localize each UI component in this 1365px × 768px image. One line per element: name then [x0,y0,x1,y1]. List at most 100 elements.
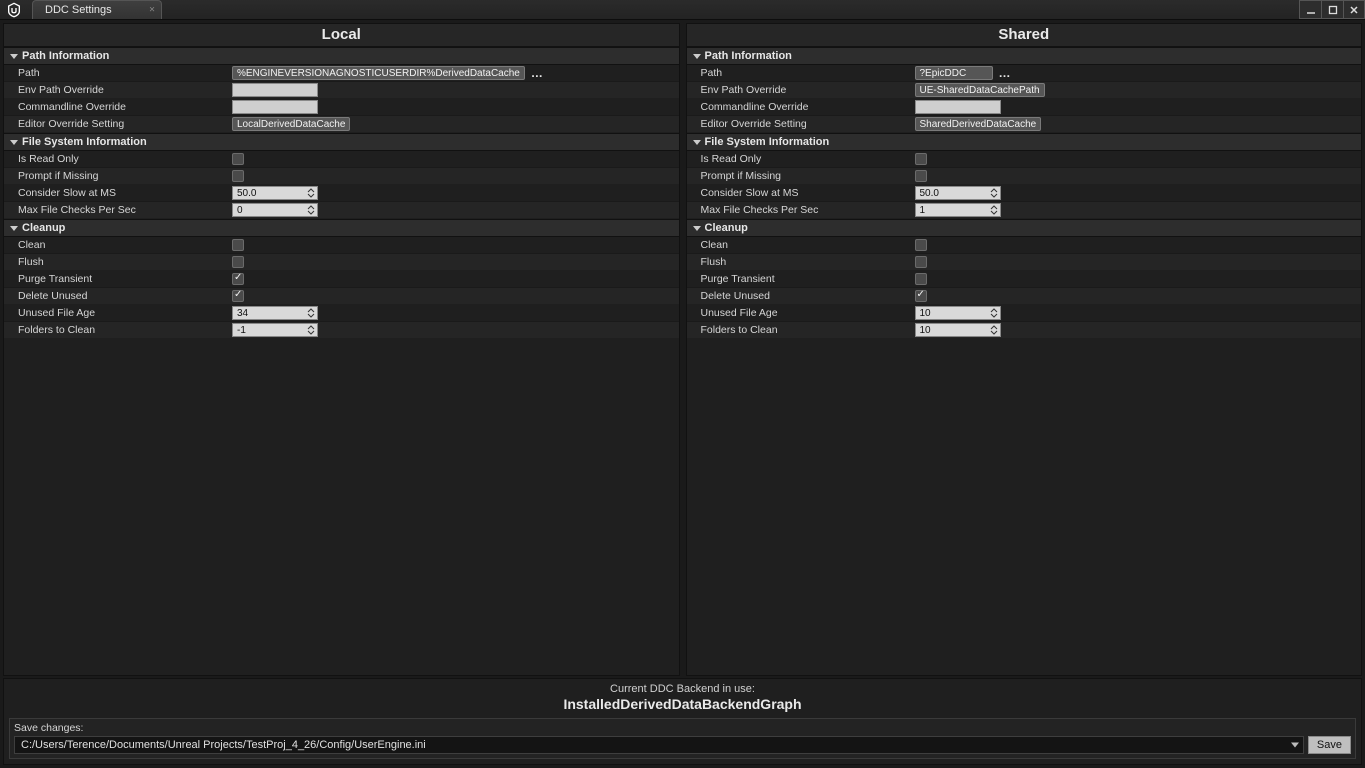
row-shared-slow: Consider Slow at MS 50.0 [687,185,1362,202]
spin-maxchecks[interactable]: 0 [232,203,318,217]
spin-folders[interactable]: -1 [232,323,318,337]
label-flush: Flush [687,256,915,268]
checkbox-clean[interactable] [232,239,244,251]
row-local-folders: Folders to Clean -1 [4,322,679,339]
browse-button[interactable]: … [529,66,543,80]
row-shared-clean: Clean [687,237,1362,254]
checkbox-clean[interactable] [915,239,927,251]
spinner-handle-icon[interactable] [306,308,316,318]
row-local-env-override: Env Path Override [4,82,679,99]
row-local-delete: Delete Unused [4,288,679,305]
section-title: File System Information [22,136,147,148]
label-age: Unused File Age [4,307,232,319]
section-header-fs-info[interactable]: File System Information [4,133,679,151]
label-env-override: Env Path Override [4,84,232,96]
label-readonly: Is Read Only [687,153,915,165]
columns: Local Path Information Path %ENGINEVERSI… [0,20,1365,676]
row-shared-cmd-override: Commandline Override [687,99,1362,116]
column-shared: Shared Path Information Path ?EpicDDC … [686,23,1363,676]
save-button[interactable]: Save [1308,736,1351,754]
spin-age[interactable]: 34 [232,306,318,320]
save-block: Save changes: C:/Users/Terence/Documents… [9,718,1356,759]
row-local-slow: Consider Slow at MS 50.0 [4,185,679,202]
spin-age[interactable]: 10 [915,306,1001,320]
section-shared-fs-info: File System Information Is Read Only Pro… [687,133,1362,219]
checkbox-flush[interactable] [915,256,927,268]
section-local-cleanup: Cleanup Clean Flush Purge Transient [4,219,679,339]
label-readonly: Is Read Only [4,153,232,165]
save-path-text: C:/Users/Terence/Documents/Unreal Projec… [21,739,426,751]
path-field[interactable]: ?EpicDDC [915,66,993,80]
column-local-title: Local [4,24,679,47]
label-purge: Purge Transient [4,273,232,285]
row-local-purge: Purge Transient [4,271,679,288]
section-title: Path Information [705,50,792,62]
spin-maxchecks[interactable]: 1 [915,203,1001,217]
checkbox-purge[interactable] [915,273,927,285]
spinner-handle-icon[interactable] [989,205,999,215]
spinner-handle-icon[interactable] [306,325,316,335]
section-local-path-info: Path Information Path %ENGINEVERSIONAGNO… [4,47,679,133]
row-local-readonly: Is Read Only [4,151,679,168]
cmd-override-field[interactable] [232,100,318,114]
row-shared-flush: Flush [687,254,1362,271]
chevron-down-icon [10,140,18,145]
chevron-down-icon [693,226,701,231]
section-title: Cleanup [22,222,65,234]
checkbox-flush[interactable] [232,256,244,268]
maximize-button[interactable] [1321,0,1343,19]
spin-slow[interactable]: 50.0 [232,186,318,200]
spinner-handle-icon[interactable] [306,188,316,198]
app-logo [0,0,28,19]
minimize-button[interactable] [1299,0,1321,19]
checkbox-delete[interactable] [915,290,927,302]
chevron-down-icon [10,54,18,59]
checkbox-readonly[interactable] [232,153,244,165]
spin-folders[interactable]: 10 [915,323,1001,337]
footer: Current DDC Backend in use: InstalledDer… [3,678,1362,765]
cmd-override-field[interactable] [915,100,1001,114]
editor-override-field[interactable]: LocalDerivedDataCache [232,117,350,131]
section-header-cleanup[interactable]: Cleanup [687,219,1362,237]
path-field[interactable]: %ENGINEVERSIONAGNOSTICUSERDIR%DerivedDat… [232,66,525,80]
browse-button[interactable]: … [997,66,1011,80]
row-shared-purge: Purge Transient [687,271,1362,288]
section-local-fs-info: File System Information Is Read Only Pro… [4,133,679,219]
spinner-handle-icon[interactable] [306,205,316,215]
save-path-combo[interactable]: C:/Users/Terence/Documents/Unreal Projec… [14,736,1304,754]
label-env-override: Env Path Override [687,84,915,96]
close-icon[interactable]: × [149,5,155,16]
label-path: Path [687,67,915,79]
label-editor-override: Editor Override Setting [4,118,232,130]
label-slow: Consider Slow at MS [4,187,232,199]
spinner-handle-icon[interactable] [989,308,999,318]
checkbox-purge[interactable] [232,273,244,285]
section-shared-cleanup: Cleanup Clean Flush Purge Transient [687,219,1362,339]
editor-override-field[interactable]: SharedDerivedDataCache [915,117,1042,131]
label-clean: Clean [687,239,915,251]
titlebar: DDC Settings × [0,0,1365,20]
section-header-fs-info[interactable]: File System Information [687,133,1362,151]
spinner-handle-icon[interactable] [989,325,999,335]
checkbox-prompt[interactable] [232,170,244,182]
section-header-path-info[interactable]: Path Information [687,47,1362,65]
row-local-editor-override: Editor Override Setting LocalDerivedData… [4,116,679,133]
label-maxchecks: Max File Checks Per Sec [687,204,915,216]
label-clean: Clean [4,239,232,251]
checkbox-readonly[interactable] [915,153,927,165]
env-override-field[interactable]: UE-SharedDataCachePath [915,83,1045,97]
section-header-cleanup[interactable]: Cleanup [4,219,679,237]
close-button[interactable] [1343,0,1365,19]
checkbox-delete[interactable] [232,290,244,302]
tab-ddc-settings[interactable]: DDC Settings × [32,0,162,19]
chevron-down-icon [10,226,18,231]
label-purge: Purge Transient [687,273,915,285]
section-header-path-info[interactable]: Path Information [4,47,679,65]
spin-slow[interactable]: 50.0 [915,186,1001,200]
env-override-field[interactable] [232,83,318,97]
spinner-handle-icon[interactable] [989,188,999,198]
label-prompt: Prompt if Missing [687,170,915,182]
checkbox-prompt[interactable] [915,170,927,182]
backend-name: InstalledDerivedDataBackendGraph [9,696,1356,712]
column-shared-body: Path Information Path ?EpicDDC … Env Pat… [687,47,1362,675]
